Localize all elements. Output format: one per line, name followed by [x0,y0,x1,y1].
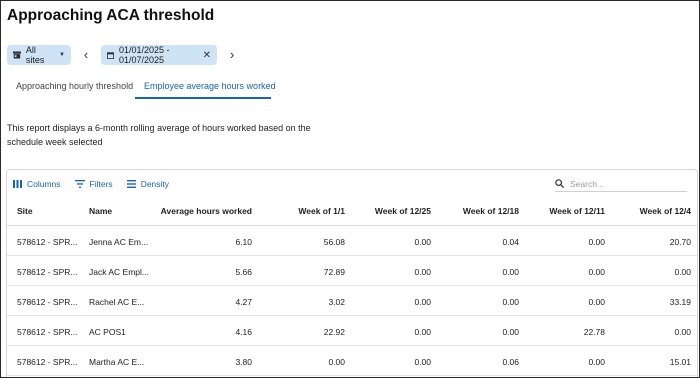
cell-average-hours: 5.66 [235,267,252,277]
cell-week-1-1: 22.92 [323,327,345,337]
search-icon [555,179,564,188]
cell-average-hours: 4.16 [235,327,252,337]
column-header-week-12-18[interactable]: Week of 12/18 [463,206,519,216]
report-description: This report displays a 6-month rolling a… [7,123,311,147]
cell-week-12-18: 0.00 [502,297,519,307]
cell-week-12-11: 22.78 [583,327,605,337]
date-range-label: 01/01/2025 - 01/07/2025 [118,45,170,65]
cell-week-12-11: 0.00 [588,237,605,247]
cell-week-12-11: 0.00 [588,357,605,367]
tab-approaching-hourly-threshold[interactable]: Approaching hourly threshold [16,81,133,91]
density-icon [126,180,136,188]
filter-bar: All sites ▼ ‹ 01/01/2025 - 01/07/2025 ✕ … [7,45,247,65]
cell-average-hours: 4.27 [235,297,252,307]
filter-icon [74,180,85,188]
chevron-down-icon: ▼ [59,52,65,58]
table-header: Site Name Average hours worked Week of 1… [7,194,697,226]
date-range-picker[interactable]: 01/01/2025 - 01/07/2025 ✕ [101,45,217,65]
cell-week-12-18: 0.00 [502,327,519,337]
cell-week-12-25: 0.00 [414,267,431,277]
cell-site: 578612 - SPR... [17,297,78,307]
cell-average-hours: 6.10 [235,237,252,247]
cell-week-12-18: 0.06 [502,357,519,367]
table-row[interactable]: 578612 - SPR... Martha AC E... 3.80 0.00… [7,346,697,376]
cell-site: 578612 - SPR... [17,357,78,367]
search-input[interactable]: Search... [555,176,687,192]
cell-week-12-25: 0.00 [414,297,431,307]
filters-label: Filters [89,179,113,189]
cell-week-12-4: 33.19 [669,297,691,307]
table-row[interactable]: 578612 - SPR... Jenna AC Em... 6.10 56.0… [7,226,697,256]
cell-week-12-4: 20.70 [669,237,691,247]
cell-average-hours: 3.80 [235,357,252,367]
columns-icon [13,180,22,188]
column-header-week-1-1[interactable]: Week of 1/1 [298,206,345,216]
page-title: Approaching ACA threshold [7,7,215,24]
table-row[interactable]: 578612 - SPR... Rachel AC E... 4.27 3.02… [7,286,697,316]
density-label: Density [140,179,170,189]
cell-week-12-25: 0.00 [414,237,431,247]
chevron-left-icon[interactable]: ‹ [79,45,93,65]
table-row[interactable]: 578612 - SPR... Jack AC Empl... 5.66 72.… [7,256,697,286]
cell-week-12-4: 0.00 [674,267,691,277]
cell-week-12-4: 0.00 [674,327,691,337]
table-row[interactable]: 578612 - SPR... AC POS1 4.16 22.92 0.00 … [7,316,697,346]
cell-week-1-1: 3.02 [328,297,345,307]
column-header-week-12-11[interactable]: Week of 12/11 [549,206,605,216]
cell-site: 578612 - SPR... [17,267,78,277]
cell-name: Rachel AC E... [89,297,145,307]
search-placeholder: Search... [570,178,605,189]
columns-label: Columns [27,179,61,189]
cell-week-1-1: 56.08 [323,237,345,247]
cell-name: Jenna AC Em... [89,237,149,247]
close-icon[interactable]: ✕ [203,50,211,61]
cell-site: 578612 - SPR... [17,237,78,247]
cell-week-1-1: 0.00 [328,357,345,367]
calendar-icon [107,51,114,59]
column-header-week-12-4[interactable]: Week of 12/4 [640,206,691,216]
column-header-week-12-25[interactable]: Week of 12/25 [375,206,431,216]
cell-week-12-25: 0.00 [414,327,431,337]
chevron-right-icon[interactable]: › [225,45,239,65]
column-header-name[interactable]: Name [89,206,112,216]
cell-name: AC POS1 [89,327,126,337]
store-icon [13,51,21,59]
cell-week-1-1: 72.89 [323,267,345,277]
cell-name: Jack AC Empl... [89,267,149,277]
cell-week-12-11: 0.00 [588,267,605,277]
cell-week-12-25: 0.00 [414,357,431,367]
column-header-average-hours-worked[interactable]: Average hours worked [161,206,252,216]
columns-button[interactable]: Columns [13,179,61,189]
cell-week-12-4: 15.01 [669,357,691,367]
sites-dropdown-label: All sites [25,45,45,65]
grid-toolbar: Columns Filters Density [13,179,183,189]
filters-button[interactable]: Filters [74,179,113,189]
tab-employee-average-hours-worked[interactable]: Employee average hours worked [144,81,276,91]
page-frame: Approaching ACA threshold All sites ▼ ‹ … [0,0,700,378]
cell-week-12-18: 0.04 [502,237,519,247]
column-header-site[interactable]: Site [17,206,33,216]
cell-week-12-11: 0.00 [588,297,605,307]
active-tab-indicator [135,97,271,99]
sites-dropdown[interactable]: All sites ▼ [7,45,71,65]
data-grid: Columns Filters Density Search... Site N… [6,169,698,377]
cell-week-12-18: 0.00 [502,267,519,277]
density-button[interactable]: Density [126,179,170,189]
cell-site: 578612 - SPR... [17,327,78,337]
cell-name: Martha AC E... [89,357,145,367]
